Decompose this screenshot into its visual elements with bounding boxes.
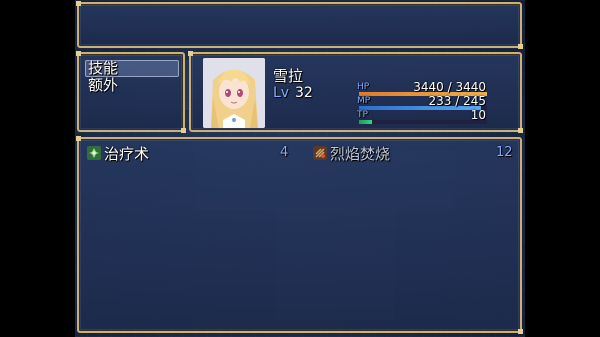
skill-type-skills[interactable]: 技能	[88, 60, 118, 77]
level-label: Lv	[273, 85, 290, 101]
actor-portrait	[203, 58, 265, 128]
flame-icon	[313, 146, 327, 160]
actor-name: 雪拉	[273, 67, 304, 85]
hp-label: HP	[357, 82, 370, 92]
tp-value: 10	[470, 108, 486, 122]
hp-value: 3440 / 3440	[413, 80, 486, 94]
skill-name: 治疗术	[104, 145, 150, 163]
skill-type-extra[interactable]: 额外	[88, 77, 118, 94]
tp-label: TP	[357, 110, 368, 120]
mp-value: 233 / 245	[428, 94, 486, 108]
skill-list-window: 治疗术 4 烈焰焚烧 12	[76, 136, 523, 334]
actor-status-window: 雪拉 Lv 32 HP 3440 / 3440 MP 233 / 245 TP …	[188, 51, 523, 133]
skill-name: 烈焰焚烧	[330, 145, 391, 163]
level-value: 32	[295, 85, 313, 101]
skill-cost: 12	[496, 145, 513, 160]
heal-icon	[87, 146, 101, 160]
mp-label: MP	[357, 96, 371, 106]
skill-item[interactable]: 烈焰焚烧 12	[311, 145, 516, 163]
portrait-art	[203, 58, 265, 128]
help-window	[76, 1, 523, 49]
tp-gauge	[359, 120, 487, 124]
skill-item[interactable]: 治疗术 4	[85, 145, 295, 163]
game-screen: 技能 额外 雪拉 Lv 32 HP 3440 / 3440 MP 233 / 2…	[0, 0, 600, 337]
tp-gauge-fill	[359, 120, 372, 124]
skill-type-window: 技能 额外	[76, 51, 186, 133]
skill-cost: 4	[280, 145, 289, 160]
